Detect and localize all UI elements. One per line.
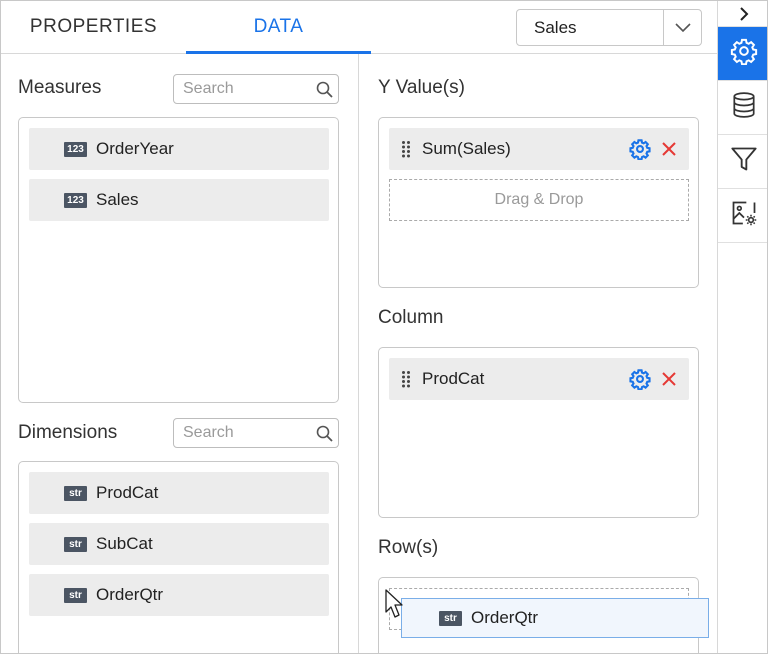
image-settings-icon: [730, 199, 758, 232]
measure-item-sales[interactable]: 123 Sales: [29, 179, 329, 221]
drag-handle-icon[interactable]: [399, 370, 413, 388]
side-rail: [717, 1, 767, 653]
chevron-down-icon[interactable]: [663, 10, 701, 45]
drag-ghost-label: OrderQtr: [471, 608, 539, 627]
measures-search-input[interactable]: [183, 80, 310, 98]
column-pill-prodcat[interactable]: ProdCat: [389, 358, 689, 400]
number-type-badge: 123: [64, 141, 87, 157]
dimension-item-prodcat[interactable]: str ProdCat: [29, 472, 329, 514]
dimension-item-orderqtr[interactable]: str OrderQtr: [29, 574, 329, 616]
datasource-dropdown[interactable]: Sales: [516, 9, 702, 46]
rail-datasource-button[interactable]: [718, 81, 767, 135]
measures-title: Measures: [18, 77, 102, 98]
dimension-item-subcat[interactable]: str SubCat: [29, 523, 329, 565]
y-value-pill-sum-sales[interactable]: Sum(Sales): [389, 128, 689, 170]
drag-ghost-orderqtr: str OrderQtr: [401, 598, 709, 638]
string-type-badge: str: [64, 587, 87, 603]
drag-handle-icon[interactable]: [399, 140, 413, 158]
dimensions-title: Dimensions: [18, 422, 118, 443]
gear-icon[interactable]: [628, 367, 652, 391]
filter-icon: [730, 145, 758, 178]
rail-settings-button[interactable]: [718, 27, 767, 81]
field-label: SubCat: [96, 534, 153, 553]
rail-image-settings-button[interactable]: [718, 189, 767, 243]
tab-properties[interactable]: PROPERTIES: [1, 1, 186, 53]
y-values-drop-area[interactable]: Sum(Sales) Drag & Drop: [378, 117, 699, 288]
dimensions-list: str ProdCat str SubCat str OrderQtr: [18, 461, 339, 653]
column-title: Column: [378, 307, 444, 328]
column-divider: [358, 54, 359, 653]
tab-data[interactable]: DATA: [186, 1, 371, 54]
mouse-cursor-icon: [385, 589, 405, 624]
measures-search: [173, 74, 339, 104]
panel-header: PROPERTIES DATA Sales: [1, 1, 717, 54]
pill-label: Sum(Sales): [422, 139, 511, 158]
field-label: Sales: [96, 190, 139, 209]
rail-filter-button[interactable]: [718, 135, 767, 189]
string-type-badge: str: [439, 610, 462, 626]
column-drop-area[interactable]: ProdCat: [378, 347, 699, 518]
string-type-badge: str: [64, 485, 87, 501]
field-label: OrderYear: [96, 139, 174, 158]
string-type-badge: str: [64, 536, 87, 552]
drag-drop-zone[interactable]: Drag & Drop: [389, 179, 689, 221]
database-icon: [731, 91, 757, 124]
data-panel: PROPERTIES DATA Sales Measures Search 12…: [0, 0, 768, 654]
search-icon[interactable]: [310, 81, 338, 98]
number-type-badge: 123: [64, 192, 87, 208]
field-label: OrderQtr: [96, 585, 164, 604]
close-icon[interactable]: [657, 367, 681, 391]
dimensions-search-input[interactable]: [183, 424, 310, 442]
datasource-selected: Sales: [534, 17, 577, 37]
pill-label: ProdCat: [422, 369, 485, 388]
search-icon[interactable]: [310, 425, 338, 442]
measure-item-orderyear[interactable]: 123 OrderYear: [29, 128, 329, 170]
y-values-title: Y Value(s): [378, 77, 465, 98]
field-label: ProdCat: [96, 483, 159, 502]
close-icon[interactable]: [657, 137, 681, 161]
gear-icon[interactable]: [628, 137, 652, 161]
measures-list: 123 OrderYear 123 Sales: [18, 117, 339, 403]
rows-title: Row(s): [378, 537, 439, 558]
chevron-right-icon[interactable]: [718, 1, 767, 27]
dimensions-search: [173, 418, 339, 448]
gear-icon: [730, 37, 758, 70]
